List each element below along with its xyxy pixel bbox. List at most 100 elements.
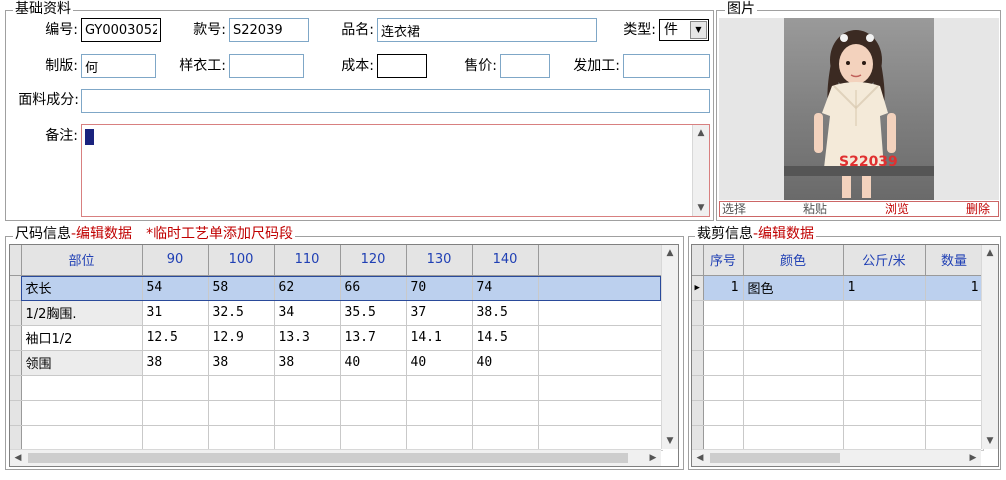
table-cell[interactable]: 1 <box>843 275 926 301</box>
type-label: 类型: <box>623 22 656 38</box>
scroll-right-icon[interactable]: ▶ <box>645 450 661 466</box>
cut-grid[interactable]: 序号 颜色 公斤/米 数量 ▶ 1 图色 1 1 ▲ ▼ ◀ ▶ <box>691 244 999 467</box>
code-label: 编号: <box>45 22 78 38</box>
scroll-up-icon[interactable]: ▲ <box>982 245 998 261</box>
code-field[interactable] <box>81 18 161 42</box>
cut-edit-data-link[interactable]: -编辑数据 <box>753 226 814 242</box>
size-col-header-100[interactable]: 100 <box>208 245 275 276</box>
browse-photo-button[interactable]: 浏览 <box>885 202 909 217</box>
table-cell[interactable]: 31 <box>142 300 209 326</box>
table-row[interactable]: ▶ 1 图色 1 1 <box>692 275 984 301</box>
current-row-arrow-icon[interactable]: ▶ <box>692 275 704 301</box>
scroll-left-icon[interactable]: ◀ <box>692 450 708 466</box>
size-temp-note-link[interactable]: *临时工艺单添加尺码段 <box>146 226 293 242</box>
scroll-up-icon[interactable]: ▲ <box>662 245 678 261</box>
cost-field[interactable] <box>377 54 427 78</box>
table-cell[interactable]: 13.7 <box>340 325 407 351</box>
table-cell[interactable]: 1 <box>703 275 744 301</box>
cut-grid-hscroll[interactable]: ◀ ▶ <box>692 449 981 466</box>
pattern-maker-field[interactable] <box>81 54 156 78</box>
style-no-label: 款号: <box>193 22 226 38</box>
size-col-header-part[interactable]: 部位 <box>21 245 143 276</box>
table-cell[interactable]: 12.5 <box>142 325 209 351</box>
table-cell[interactable]: 54 <box>142 275 209 301</box>
table-row <box>692 425 984 451</box>
table-cell[interactable]: 14.5 <box>472 325 539 351</box>
row-indicator[interactable] <box>10 350 22 376</box>
table-cell[interactable]: 38 <box>274 350 341 376</box>
scroll-right-icon[interactable]: ▶ <box>965 450 981 466</box>
style-no-field[interactable] <box>229 18 309 42</box>
table-cell[interactable]: 1/2胸围. <box>21 300 143 326</box>
table-row[interactable]: 袖口1/2 12.5 12.9 13.3 13.7 14.1 14.5 <box>10 325 663 351</box>
scroll-left-icon[interactable]: ◀ <box>10 450 26 466</box>
table-row[interactable]: 1/2胸围. 31 32.5 34 35.5 37 38.5 <box>10 300 663 326</box>
remark-scrollbar[interactable]: ▲ ▼ <box>692 125 709 216</box>
delete-photo-button[interactable]: 删除 <box>966 202 990 217</box>
table-cell[interactable]: 12.9 <box>208 325 275 351</box>
table-cell[interactable]: 62 <box>274 275 341 301</box>
table-row <box>692 350 984 376</box>
table-row[interactable]: 领围 38 38 38 40 40 40 <box>10 350 663 376</box>
table-cell[interactable]: 74 <box>472 275 539 301</box>
size-col-header-140[interactable]: 140 <box>472 245 539 276</box>
scroll-down-icon[interactable]: ▼ <box>662 433 678 449</box>
table-cell[interactable]: 38.5 <box>472 300 539 326</box>
size-info-title: 尺码信息 <box>15 226 71 242</box>
size-col-header-120[interactable]: 120 <box>340 245 407 276</box>
paste-photo-button[interactable]: 粘贴 <box>803 202 827 217</box>
size-grid[interactable]: 部位 90 100 110 120 130 140 衣长 54 58 62 66… <box>9 244 679 467</box>
table-cell[interactable]: 37 <box>406 300 473 326</box>
table-cell[interactable]: 58 <box>208 275 275 301</box>
table-row[interactable]: 衣长 54 58 62 66 70 74 <box>10 275 663 301</box>
cut-col-header-color[interactable]: 颜色 <box>743 245 844 276</box>
table-cell[interactable]: 38 <box>142 350 209 376</box>
table-cell[interactable]: 34 <box>274 300 341 326</box>
table-cell[interactable]: 35.5 <box>340 300 407 326</box>
processor-field[interactable] <box>623 54 710 78</box>
table-cell[interactable]: 38 <box>208 350 275 376</box>
cut-col-header-qty[interactable]: 数量 <box>925 245 984 276</box>
table-cell[interactable]: 40 <box>406 350 473 376</box>
chevron-down-icon[interactable]: ▼ <box>690 21 707 39</box>
size-col-header-90[interactable]: 90 <box>142 245 209 276</box>
size-grid-hscroll[interactable]: ◀ ▶ <box>10 449 661 466</box>
table-cell[interactable]: 图色 <box>743 275 844 301</box>
fabric-field[interactable] <box>81 89 710 113</box>
cut-col-header-kg-m[interactable]: 公斤/米 <box>843 245 926 276</box>
size-edit-data-link[interactable]: -编辑数据 <box>71 226 132 242</box>
size-grid-vscroll[interactable]: ▲ ▼ <box>661 245 678 449</box>
table-cell[interactable]: 32.5 <box>208 300 275 326</box>
product-name-field[interactable] <box>377 18 597 42</box>
table-row <box>692 375 984 401</box>
table-cell[interactable]: 衣长 <box>21 275 143 301</box>
table-cell[interactable]: 袖口1/2 <box>21 325 143 351</box>
price-field[interactable] <box>500 54 550 78</box>
table-cell[interactable]: 40 <box>472 350 539 376</box>
scroll-thumb[interactable] <box>710 453 840 463</box>
table-cell[interactable]: 14.1 <box>406 325 473 351</box>
table-cell[interactable]: 66 <box>340 275 407 301</box>
scroll-thumb[interactable] <box>28 453 628 463</box>
table-cell <box>538 275 663 301</box>
scroll-up-icon[interactable]: ▲ <box>693 125 709 141</box>
row-indicator[interactable] <box>10 300 22 326</box>
table-cell[interactable]: 40 <box>340 350 407 376</box>
sample-worker-field[interactable] <box>229 54 304 78</box>
cut-col-header-seq[interactable]: 序号 <box>703 245 744 276</box>
table-cell[interactable]: 13.3 <box>274 325 341 351</box>
scroll-down-icon[interactable]: ▼ <box>693 200 709 216</box>
type-select[interactable]: 件 ▼ <box>659 19 709 41</box>
row-indicator[interactable] <box>10 325 22 351</box>
table-cell[interactable]: 领围 <box>21 350 143 376</box>
scroll-down-icon[interactable]: ▼ <box>982 433 998 449</box>
size-col-header-110[interactable]: 110 <box>274 245 341 276</box>
photo-frame[interactable]: S22039 <box>719 18 999 200</box>
remark-field[interactable]: ▲ ▼ <box>81 124 710 217</box>
table-cell[interactable]: 70 <box>406 275 473 301</box>
select-photo-button[interactable]: 选择 <box>722 202 746 217</box>
cut-grid-vscroll[interactable]: ▲ ▼ <box>981 245 998 449</box>
row-indicator[interactable] <box>10 275 22 301</box>
table-cell[interactable]: 1 <box>925 275 984 301</box>
size-col-header-130[interactable]: 130 <box>406 245 473 276</box>
